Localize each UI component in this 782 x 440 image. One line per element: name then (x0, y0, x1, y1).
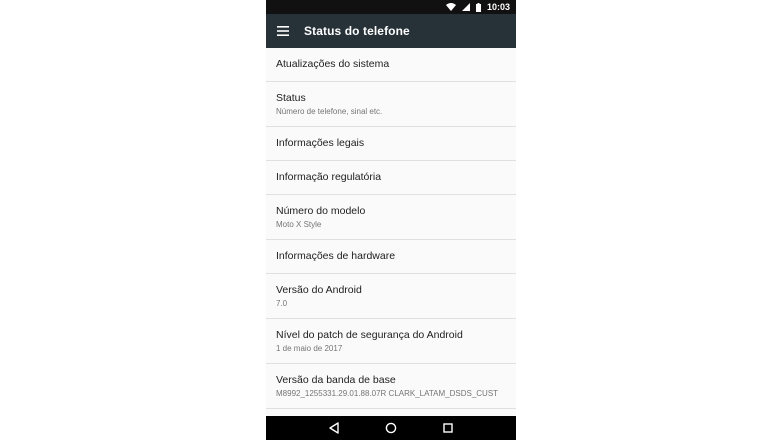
item-subtitle: M8992_1255331.29.01.88.07R CLARK_LATAM_D… (276, 388, 499, 398)
item-title: Nível do patch de segurança do Android (276, 328, 463, 341)
item-title: Informação regulatória (276, 171, 382, 183)
back-icon[interactable] (326, 420, 342, 436)
clock: 10:03 (486, 2, 510, 12)
list-item-baseband-version[interactable]: Versão da banda de base M8992_1255331.29… (266, 364, 516, 409)
page-title: Status do telefone (304, 24, 410, 38)
item-title: Atualizações do sistema (276, 58, 390, 70)
item-subtitle: Moto X Style (276, 219, 322, 229)
app-bar: Status do telefone (266, 14, 516, 48)
battery-icon (475, 2, 481, 12)
item-title: Informações de hardware (276, 250, 396, 262)
list-item-model-number[interactable]: Número do modelo Moto X Style (266, 195, 516, 240)
hamburger-menu-icon[interactable] (276, 24, 290, 38)
wifi-icon (445, 3, 456, 11)
home-icon[interactable] (383, 420, 399, 436)
recents-icon[interactable] (440, 420, 456, 436)
phone-screen: 10:03 Status do telefone Atualizações do… (266, 0, 516, 440)
list-item-system-updates[interactable]: Atualizações do sistema (266, 48, 516, 82)
list-item-security-patch[interactable]: Nível do patch de segurança do Android 1… (266, 319, 516, 364)
item-title: Status (276, 91, 306, 104)
item-title: Número do modelo (276, 204, 366, 217)
settings-list: Atualizações do sistema Status Número de… (266, 48, 516, 416)
item-subtitle: Número de telefone, sinal etc. (276, 106, 383, 116)
item-title: Versão do Android (276, 283, 362, 296)
list-item-hardware-info[interactable]: Informações de hardware (266, 240, 516, 274)
item-subtitle: 1 de maio de 2017 (276, 343, 343, 353)
list-item-status[interactable]: Status Número de telefone, sinal etc. (266, 82, 516, 127)
item-title: Informações legais (276, 137, 365, 149)
navigation-bar (266, 416, 516, 440)
list-item-regulatory-info[interactable]: Informação regulatória (266, 161, 516, 195)
list-item-legal-info[interactable]: Informações legais (266, 127, 516, 161)
status-bar: 10:03 (266, 0, 516, 14)
signal-icon (461, 3, 470, 11)
item-title: Versão da banda de base (276, 373, 396, 386)
item-subtitle: 7.0 (276, 298, 288, 308)
list-item-android-version[interactable]: Versão do Android 7.0 (266, 274, 516, 319)
